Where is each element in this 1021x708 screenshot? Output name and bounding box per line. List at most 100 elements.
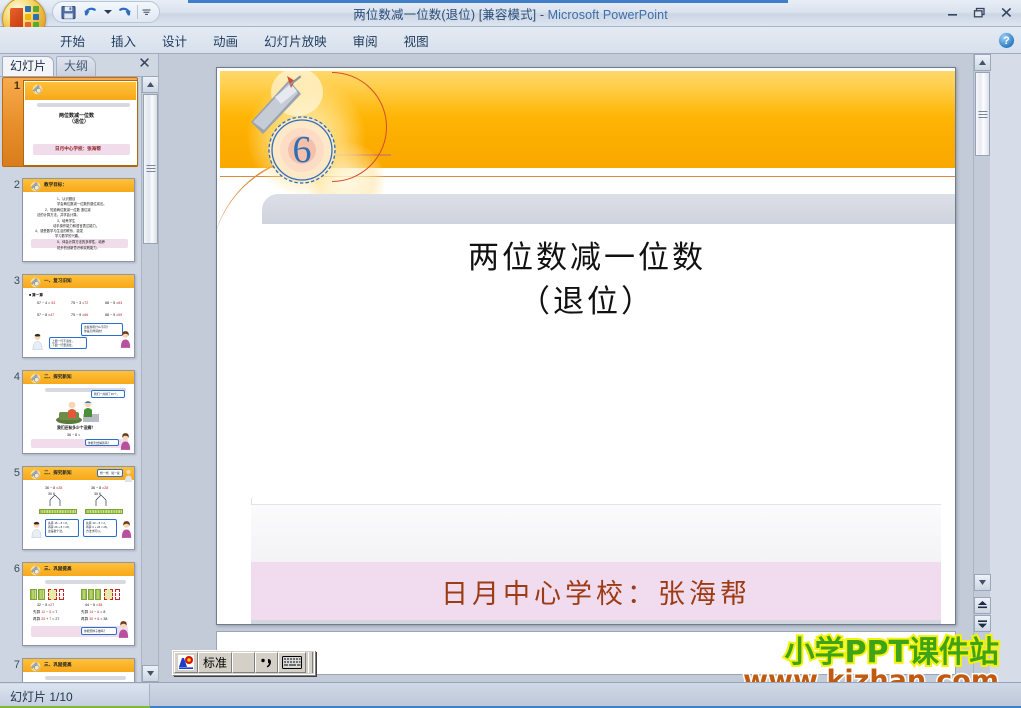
thumbnail-image-6[interactable]: 三、巩固提高 32 − 5 =27 44 − 6 =38 先算 12 − 5 =… xyxy=(22,562,135,646)
powerpoint-window: 两位数减一位数(退位) [兼容模式] - Microsoft PowerPoin… xyxy=(0,0,1021,708)
save-icon[interactable] xyxy=(59,3,78,21)
tab-view-label: 视图 xyxy=(403,34,429,49)
thumbnail-slide-2[interactable]: 2 教学目标： 1、认识题目 学会两位数减一位数的退位减法。 2、知道两位数减一… xyxy=(0,175,140,271)
title-bar: 两位数减一位数(退位) [兼容模式] - Microsoft PowerPoin… xyxy=(0,0,1021,41)
slide-subtitle[interactable]: 日月中心学校：张海帮 xyxy=(251,562,941,620)
slides-panel-tabs: 幻灯片 大纲 ✕ xyxy=(0,54,158,76)
thumbnail-scroll-up-arrow-icon[interactable] xyxy=(142,76,159,93)
thumbnail-image-4[interactable]: 二、探究新知 我们一共摘了36个。 我们还有多少个没摘？ 36 − 8 = 你能… xyxy=(22,370,135,454)
ime-drag-handle[interactable] xyxy=(308,652,313,673)
thumbnail-image-7[interactable]: 三、巩固提高 xyxy=(22,658,135,682)
tab-animations[interactable]: 动画 xyxy=(200,28,251,54)
tab-slideshow[interactable]: 幻灯片放映 xyxy=(251,28,340,54)
help-label: ? xyxy=(1003,35,1010,47)
ime-width-toggle[interactable] xyxy=(232,652,255,673)
thumbnail-slide-4[interactable]: 4 二、探究新知 我们一共摘了36个。 我们还有多少个没摘？ 36 − 8 = … xyxy=(0,367,140,463)
mini-speech-bubble: 先算 10 − 8 = 2， 再算 2 + 26 = 28。 方法也可以。 xyxy=(83,519,117,537)
mini-student-girl-icon xyxy=(120,331,131,348)
thumbnail-number-3: 3 xyxy=(13,275,20,287)
slide-scrollbar[interactable] xyxy=(973,54,991,682)
thumbnail-image-3[interactable]: 一、复习旧知 ■ 算一算 57 − 4 = 53 75 − 3 =72 68 −… xyxy=(22,274,135,358)
mini-speech-bubble: 这些题有什么不同？ 你是怎样算的？ xyxy=(81,323,123,336)
redo-icon[interactable] xyxy=(115,3,134,21)
mini-dish-icon xyxy=(30,469,41,480)
mini-dish-icon xyxy=(30,277,41,288)
slide-title-line1: 两位数减一位数 xyxy=(468,240,706,275)
notes-pane[interactable] xyxy=(216,631,956,675)
thumbnail-slide-3[interactable]: 3 一、复习旧知 ■ 算一算 57 − 4 = 53 75 − 3 =72 68… xyxy=(0,271,140,367)
tab-review[interactable]: 审阅 xyxy=(340,28,391,54)
quick-access-toolbar xyxy=(52,1,160,23)
ime-toolbar[interactable]: 标准 xyxy=(172,650,315,675)
slide-scrollbar-thumb[interactable] xyxy=(975,72,990,156)
thumbnail-image-2[interactable]: 教学目标： 1、认识题目 学会两位数减一位数的退位减法。 2、知道两位数减一位数… xyxy=(22,178,135,262)
panel-tab-outline-label: 大纲 xyxy=(64,59,89,73)
slide-canvas[interactable]: 6 两位数减一位数 （退位） 日月中心学校：张海帮 xyxy=(216,67,956,625)
thumbnail-slide-7[interactable]: 7 三、巩固提高 xyxy=(0,655,140,682)
previous-slide-button[interactable] xyxy=(974,597,991,614)
badge-number-label: 6 xyxy=(292,129,312,171)
scrollbar-grip-icon xyxy=(146,163,155,174)
thumbnail-list[interactable]: 1 两位数减一位数 （退位） 日月中心学校：张海帮 2 教学目标： 1、认识题目… xyxy=(0,76,158,682)
punctuation-icon xyxy=(261,658,271,667)
status-bar: 幻灯片 1/10 xyxy=(0,682,1021,708)
mini-speech-bubble: 先算 16 − 8 = 8， 再算 20 + 8 = 28。 这是破十法。 xyxy=(45,519,79,537)
thumbnail-scroll-down-arrow-icon[interactable] xyxy=(142,665,159,682)
ime-mode-button[interactable]: 标准 xyxy=(198,652,232,673)
undo-icon[interactable] xyxy=(81,3,100,21)
thumbnail-number-1: 1 xyxy=(13,80,20,92)
panel-tab-outline[interactable]: 大纲 xyxy=(56,56,97,76)
thumbnail-number-4: 4 xyxy=(13,371,20,383)
ribbon-tabs: 开始 插入 设计 动画 幻灯片放映 审阅 视图 xyxy=(47,27,442,54)
window-controls xyxy=(942,3,1017,21)
tab-design[interactable]: 设计 xyxy=(149,28,200,54)
customize-qat-icon[interactable] xyxy=(141,3,152,21)
ime-punctuation-toggle[interactable] xyxy=(255,652,278,673)
mini-speech-bubble: 你能照样子做吗？ xyxy=(81,627,117,635)
mini-header-text: 二、探究新知 xyxy=(44,374,72,379)
mini-header-text: 三、巩固提高 xyxy=(44,662,72,667)
panel-tab-slides[interactable]: 幻灯片 xyxy=(2,56,55,76)
mini-dish-icon xyxy=(30,661,41,672)
mini-header-text: 三、巩固提高 xyxy=(44,566,72,571)
minimize-button[interactable] xyxy=(942,3,963,21)
close-panel-icon[interactable]: ✕ xyxy=(136,56,153,73)
ime-soft-keyboard-button[interactable] xyxy=(278,652,306,673)
mini-header-text: 一、复习旧知 xyxy=(44,278,72,283)
slide-number-badge: 6 xyxy=(264,112,340,188)
slide-scroll-down-arrow-icon[interactable] xyxy=(974,574,991,591)
ime-logo-icon[interactable] xyxy=(174,652,198,673)
thumbnail-image-5[interactable]: 二、探究新知 想一想、说一说 36 − 8 =28 36 − 8 =28 30 … xyxy=(22,466,135,550)
thumbnail-slide-5[interactable]: 5 二、探究新知 想一想、说一说 36 − 8 =28 36 − 8 =28 3… xyxy=(0,463,140,559)
restore-button[interactable] xyxy=(969,3,990,21)
mini-student-girl-icon xyxy=(118,621,129,638)
thumbnail-slide-1[interactable]: 1 两位数减一位数 （退位） 日月中心学校：张海帮 xyxy=(0,77,140,175)
thumbnail-slide-6[interactable]: 6 三、巩固提高 32 − 5 =27 44 − 6 =38 先算 12 − 5… xyxy=(0,559,140,655)
tab-design-label: 设计 xyxy=(162,34,188,49)
thumbnail-image-1[interactable]: 两位数减一位数 （退位） 日月中心学校：张海帮 xyxy=(23,80,138,166)
next-slide-button[interactable] xyxy=(974,615,991,632)
mini-dish-icon xyxy=(32,84,43,95)
window-title-app: Microsoft PowerPoint xyxy=(547,8,668,22)
close-panel-label: ✕ xyxy=(138,55,151,72)
thumbnail-scrollbar[interactable] xyxy=(141,76,159,682)
soft-keyboard-icon xyxy=(282,656,302,669)
mini-student-boy-icon xyxy=(31,521,42,538)
slide-scroll-up-arrow-icon[interactable] xyxy=(974,54,991,71)
close-button[interactable] xyxy=(996,3,1017,21)
undo-dropdown-chevron-down-icon[interactable] xyxy=(103,3,112,21)
mini-student-boy-icon xyxy=(32,333,43,350)
thumbnail-number-6: 6 xyxy=(13,563,20,575)
slide-gray-bar xyxy=(262,194,955,224)
prev-slide-icon xyxy=(978,601,987,609)
tab-home[interactable]: 开始 xyxy=(47,28,98,54)
mini-dish-icon xyxy=(30,181,41,192)
tab-insert[interactable]: 插入 xyxy=(98,28,149,54)
tab-view[interactable]: 视图 xyxy=(391,28,442,54)
mini-dish-icon xyxy=(30,373,41,384)
slide-title[interactable]: 两位数减一位数 （退位） xyxy=(277,236,897,324)
help-icon[interactable]: ? xyxy=(998,32,1015,49)
thumbnail-scrollbar-thumb[interactable] xyxy=(143,94,158,244)
mini-scene-illustration xyxy=(56,400,99,424)
slide-title-line2: （退位） xyxy=(519,284,655,320)
